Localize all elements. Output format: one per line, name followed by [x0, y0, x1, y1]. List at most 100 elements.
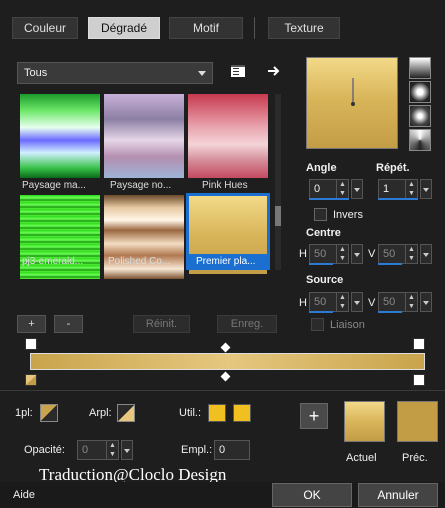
center-h-underline: [309, 263, 333, 265]
empl-label: Empl.:: [181, 444, 213, 456]
foreground-swatch[interactable]: [40, 404, 58, 422]
previous-label: Préc.: [402, 452, 428, 464]
opacity-input[interactable]: 0 ▲ ▼: [77, 440, 119, 460]
rectangular-type-button[interactable]: [409, 81, 431, 103]
radial-type-button[interactable]: [409, 105, 431, 127]
cancel-button[interactable]: Annuler: [358, 483, 438, 507]
gradient-preview[interactable]: [306, 57, 398, 149]
chevron-down-icon: [198, 71, 206, 76]
source-v-stepper[interactable]: ▲ ▼: [405, 293, 417, 311]
options-menu-icon[interactable]: [229, 62, 247, 80]
gradient-label: Paysage ma...: [22, 180, 86, 191]
center-v-value: 50: [383, 248, 396, 260]
divider: [0, 390, 445, 391]
center-h-dropdown-button[interactable]: [351, 244, 363, 264]
invert-label: Invers: [333, 209, 363, 221]
angle-stepper[interactable]: ▲ ▼: [336, 180, 348, 198]
color-stop-left[interactable]: [25, 374, 37, 386]
source-h-dropdown-button[interactable]: [351, 292, 363, 312]
source-h-value: 50: [314, 296, 327, 308]
repeat-stepper[interactable]: ▲ ▼: [405, 180, 417, 198]
one-pl-label: 1pl:: [15, 407, 33, 419]
repeat-underline: [378, 198, 418, 200]
center-label: Centre: [306, 227, 341, 239]
gradient-thumb[interactable]: [104, 94, 184, 178]
gradient-label: Polished Co...: [108, 256, 171, 267]
add-stop-button[interactable]: +: [300, 403, 328, 429]
gradient-label: Paysage no...: [110, 180, 172, 191]
arrow-right-icon[interactable]: [265, 62, 283, 80]
center-h-input[interactable]: 50 ▲ ▼: [309, 244, 349, 264]
source-v-dropdown-button[interactable]: [420, 292, 432, 312]
help-link[interactable]: Aide: [13, 489, 35, 501]
link-label: Liaison: [330, 319, 365, 331]
repeat-value: 1: [383, 183, 390, 195]
opacity-stepper[interactable]: ▲ ▼: [106, 441, 118, 459]
angle-dropdown-button[interactable]: [351, 179, 363, 199]
tab-degrade[interactable]: Dégradé: [88, 17, 160, 39]
source-h-input[interactable]: 50 ▲ ▼: [309, 292, 349, 312]
center-v-input[interactable]: 50 ▲ ▼: [378, 244, 418, 264]
opacity-stop-right[interactable]: [413, 338, 425, 350]
center-h-label: H: [299, 248, 307, 260]
source-v-label: V: [368, 297, 376, 309]
source-h-underline: [309, 311, 333, 313]
angle-label: Angle: [306, 162, 337, 174]
angle-needle-icon: [351, 78, 355, 106]
source-v-underline: [378, 311, 402, 313]
repeat-dropdown-button[interactable]: [420, 179, 432, 199]
source-v-input[interactable]: 50 ▲ ▼: [378, 292, 418, 312]
gradient-label: Pink Hues: [202, 180, 248, 191]
center-h-value: 50: [314, 248, 327, 260]
tab-motif[interactable]: Motif: [169, 17, 243, 39]
category-dropdown[interactable]: Tous: [17, 62, 213, 84]
center-v-underline: [378, 263, 402, 265]
current-swatch: [344, 401, 385, 442]
invert-checkbox[interactable]: [314, 208, 327, 221]
empl-input[interactable]: 0: [214, 440, 250, 460]
source-h-stepper[interactable]: ▲ ▼: [336, 293, 348, 311]
opacity-label: Opacité:: [24, 444, 65, 456]
gradient-thumb[interactable]: [20, 94, 100, 178]
util-label: Util.:: [179, 407, 201, 419]
angle-input[interactable]: 0 ▲ ▼: [309, 179, 349, 199]
util-swatch-2[interactable]: [233, 404, 251, 422]
opacity-stop-left[interactable]: [25, 338, 37, 350]
repeat-input[interactable]: 1 ▲ ▼: [378, 179, 418, 199]
color-stop-right[interactable]: [413, 374, 425, 386]
save-button[interactable]: Enreg.: [217, 315, 277, 333]
source-h-label: H: [299, 297, 307, 309]
opacity-midpoint[interactable]: [220, 342, 231, 353]
center-v-label: V: [368, 248, 376, 260]
center-v-dropdown-button[interactable]: [420, 244, 432, 264]
gradient-thumb[interactable]: [188, 94, 268, 178]
center-h-stepper[interactable]: ▲ ▼: [336, 245, 348, 263]
sunburst-type-button[interactable]: [409, 129, 431, 151]
scrollbar-thumb[interactable]: [275, 206, 281, 226]
remove-gradient-button[interactable]: -: [54, 315, 83, 333]
repeat-label: Répét.: [376, 162, 410, 174]
opacity-value: 0: [82, 444, 89, 456]
source-v-value: 50: [383, 296, 396, 308]
gradient-label: Premier pla...: [196, 256, 256, 267]
empl-value: 0: [219, 444, 226, 456]
tab-texture[interactable]: Texture: [268, 17, 340, 39]
link-checkbox[interactable]: [311, 318, 324, 331]
gradient-label: pj3-emerald...: [22, 256, 84, 267]
gradient-bar[interactable]: [30, 353, 425, 370]
category-dropdown-value: Tous: [24, 67, 48, 79]
color-midpoint[interactable]: [220, 371, 231, 382]
scrollbar-track[interactable]: [275, 94, 281, 270]
angle-value: 0: [314, 183, 321, 195]
tab-couleur[interactable]: Couleur: [12, 17, 78, 39]
center-v-stepper[interactable]: ▲ ▼: [405, 245, 417, 263]
background-swatch[interactable]: [117, 404, 135, 422]
reset-button[interactable]: Réinit.: [133, 315, 190, 333]
util-swatch-1[interactable]: [208, 404, 226, 422]
previous-swatch[interactable]: [397, 401, 438, 442]
add-gradient-button[interactable]: +: [17, 315, 46, 333]
current-label: Actuel: [346, 452, 377, 464]
linear-type-button[interactable]: [409, 57, 431, 79]
opacity-dropdown-button[interactable]: [121, 440, 133, 460]
ok-button[interactable]: OK: [272, 483, 352, 507]
